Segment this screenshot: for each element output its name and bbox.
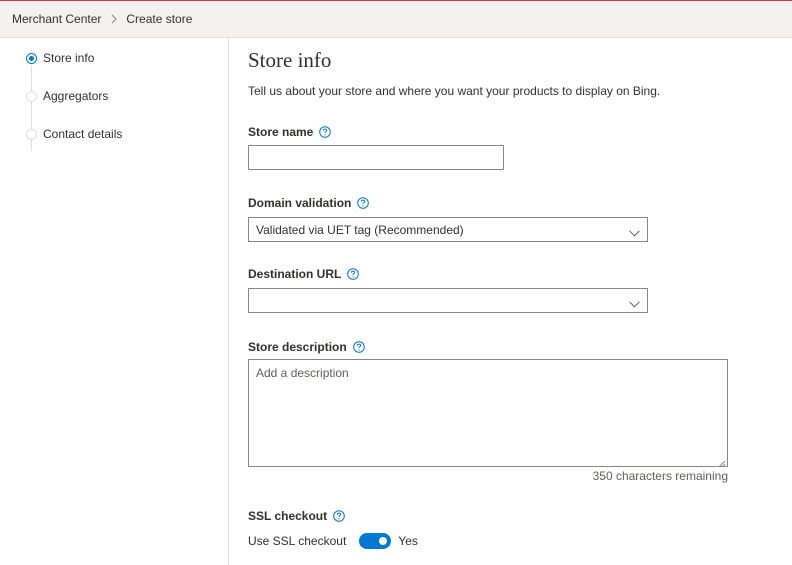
breadcrumb-create-store: Create store bbox=[126, 12, 193, 26]
question-circle-icon[interactable] bbox=[352, 341, 365, 353]
page-subtitle: Tell us about your store and where you w… bbox=[248, 84, 661, 98]
step-indicator bbox=[26, 90, 37, 102]
question-circle-icon[interactable] bbox=[319, 126, 332, 138]
chevron-right-icon bbox=[111, 14, 118, 24]
store-name-input[interactable] bbox=[248, 145, 504, 170]
store-description-label-text: Store description bbox=[248, 340, 347, 354]
ssl-checkout-toggle-label: Use SSL checkout bbox=[248, 534, 347, 548]
step-active-indicator bbox=[26, 52, 37, 64]
chevron-down-icon bbox=[629, 297, 640, 311]
chevron-down-icon bbox=[629, 226, 640, 240]
question-circle-icon[interactable] bbox=[357, 197, 370, 209]
breadcrumb: Merchant Center Create store bbox=[0, 1, 792, 38]
destination-url-label-text: Destination URL bbox=[248, 267, 342, 281]
page-title: Store info bbox=[248, 48, 332, 72]
domain-validation-label: Domain validation bbox=[248, 196, 370, 210]
domain-validation-selected-value: Validated via UET tag (Recommended) bbox=[256, 222, 464, 237]
question-circle-icon[interactable] bbox=[347, 268, 360, 280]
step-label: Aggregators bbox=[43, 89, 109, 103]
step-indicator bbox=[26, 128, 37, 140]
step-label: Store info bbox=[43, 51, 95, 65]
ssl-checkout-toggle[interactable] bbox=[359, 533, 392, 549]
step-aggregators[interactable]: Aggregators bbox=[26, 88, 108, 104]
toggle-knob bbox=[379, 537, 388, 545]
breadcrumb-merchant-center[interactable]: Merchant Center bbox=[12, 12, 101, 26]
step-navigation: Store info Aggregators Contact details bbox=[0, 38, 229, 565]
step-contact-details[interactable]: Contact details bbox=[26, 126, 122, 142]
store-name-label: Store name bbox=[248, 125, 332, 139]
domain-validation-select[interactable]: Validated via UET tag (Recommended) bbox=[248, 217, 648, 242]
question-circle-icon[interactable] bbox=[333, 510, 345, 522]
step-store-info[interactable]: Store info bbox=[26, 50, 94, 66]
destination-url-label: Destination URL bbox=[248, 267, 360, 281]
store-name-label-text: Store name bbox=[248, 125, 314, 139]
store-description-textarea[interactable] bbox=[248, 359, 728, 467]
ssl-checkout-label: SSL checkout bbox=[248, 509, 345, 523]
domain-validation-label-text: Domain validation bbox=[248, 196, 352, 210]
ssl-checkout-row: Use SSL checkout Yes bbox=[248, 533, 418, 549]
ssl-checkout-state: Yes bbox=[398, 534, 418, 548]
step-label: Contact details bbox=[43, 127, 123, 141]
character-count: 350 characters remaining bbox=[592, 469, 728, 483]
store-description-label: Store description bbox=[248, 340, 365, 354]
destination-url-select[interactable] bbox=[248, 288, 648, 313]
ssl-checkout-label-text: SSL checkout bbox=[248, 509, 328, 523]
